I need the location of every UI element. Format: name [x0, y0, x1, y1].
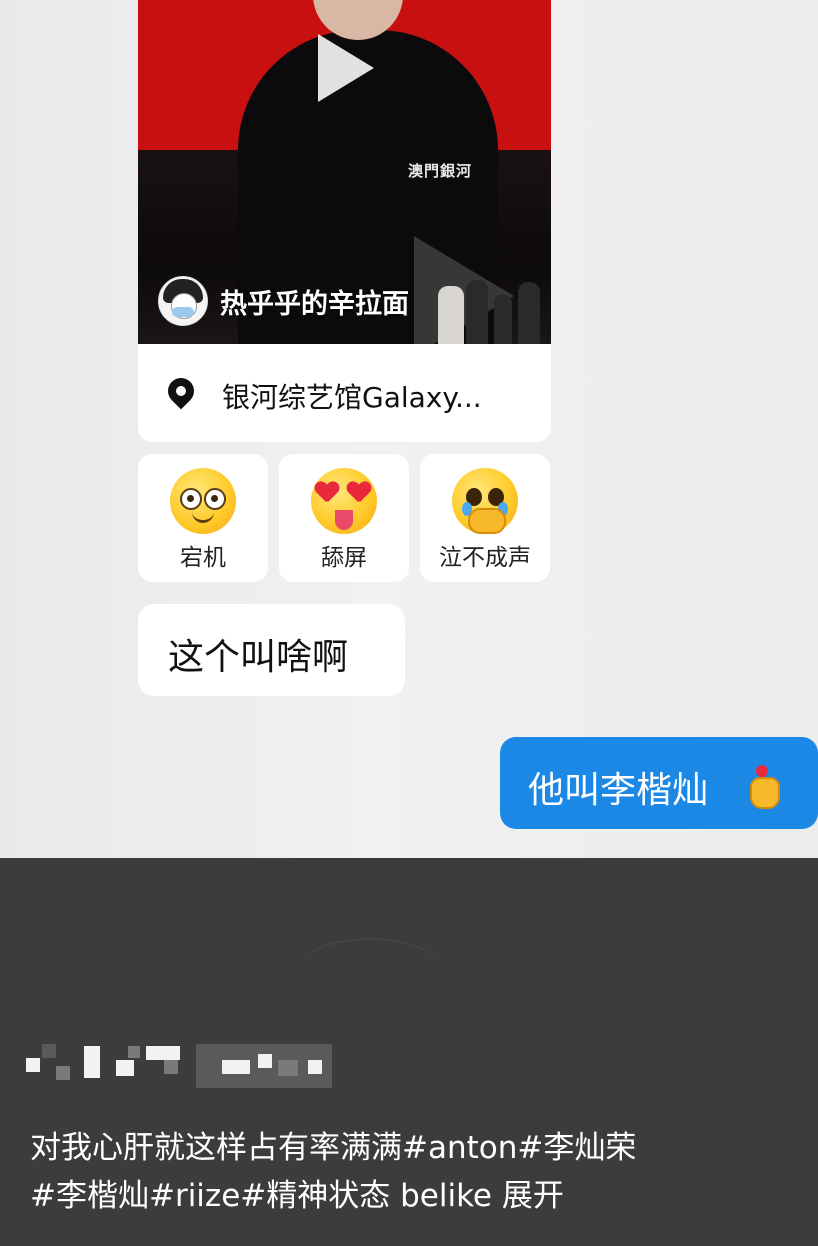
received-message[interactable]: 这个叫啥啊	[138, 604, 405, 696]
play-icon[interactable]	[318, 34, 374, 102]
sent-message[interactable]: 他叫李楷灿	[500, 737, 818, 829]
stage-people	[438, 280, 551, 344]
heart-eyes-tongue-icon	[311, 468, 377, 534]
sent-message-text: 他叫李楷灿	[528, 770, 709, 811]
chat-area: 澳門銀河 热乎乎的辛拉面 银河综艺馆Galaxy... 宕机 舔屏 泣不成声 这…	[0, 0, 818, 858]
reaction-label: 舔屏	[321, 545, 367, 571]
location-card[interactable]: 银河综艺馆Galaxy...	[138, 344, 551, 442]
post-caption: 对我心肝就这样占有率满满#anton#李灿荣 #李楷灿#riize#精神状态 b…	[30, 1124, 790, 1220]
author-name[interactable]: 热乎乎的辛拉面	[220, 282, 409, 321]
caption-line-2[interactable]: #李楷灿#riize#精神状态 belike 展开	[30, 1172, 790, 1220]
finger-heart-icon	[748, 765, 780, 809]
author-avatar[interactable]	[158, 276, 208, 326]
dazed-face-icon	[170, 468, 236, 534]
caption-line-1: 对我心肝就这样占有率满满#anton#李灿荣	[30, 1130, 637, 1166]
decorative-arc	[300, 938, 440, 1000]
video-card[interactable]: 澳門銀河 热乎乎的辛拉面	[138, 0, 551, 344]
pixelated-username	[26, 1036, 332, 1092]
reaction-dazed[interactable]: 宕机	[138, 454, 268, 582]
location-pin-icon	[162, 372, 200, 410]
reaction-label: 宕机	[180, 545, 226, 571]
reaction-lick-screen[interactable]: 舔屏	[279, 454, 409, 582]
location-text: 银河综艺馆Galaxy...	[222, 381, 482, 414]
video-watermark: 澳門銀河	[408, 162, 473, 180]
corner-watermark	[656, 1218, 806, 1236]
crying-face-icon	[452, 468, 518, 534]
reaction-label: 泣不成声	[439, 545, 531, 571]
reaction-crying[interactable]: 泣不成声	[420, 454, 550, 582]
post-caption-panel: 对我心肝就这样占有率满满#anton#李灿荣 #李楷灿#riize#精神状态 b…	[0, 858, 818, 1246]
received-message-text: 这个叫啥啊	[168, 637, 349, 678]
